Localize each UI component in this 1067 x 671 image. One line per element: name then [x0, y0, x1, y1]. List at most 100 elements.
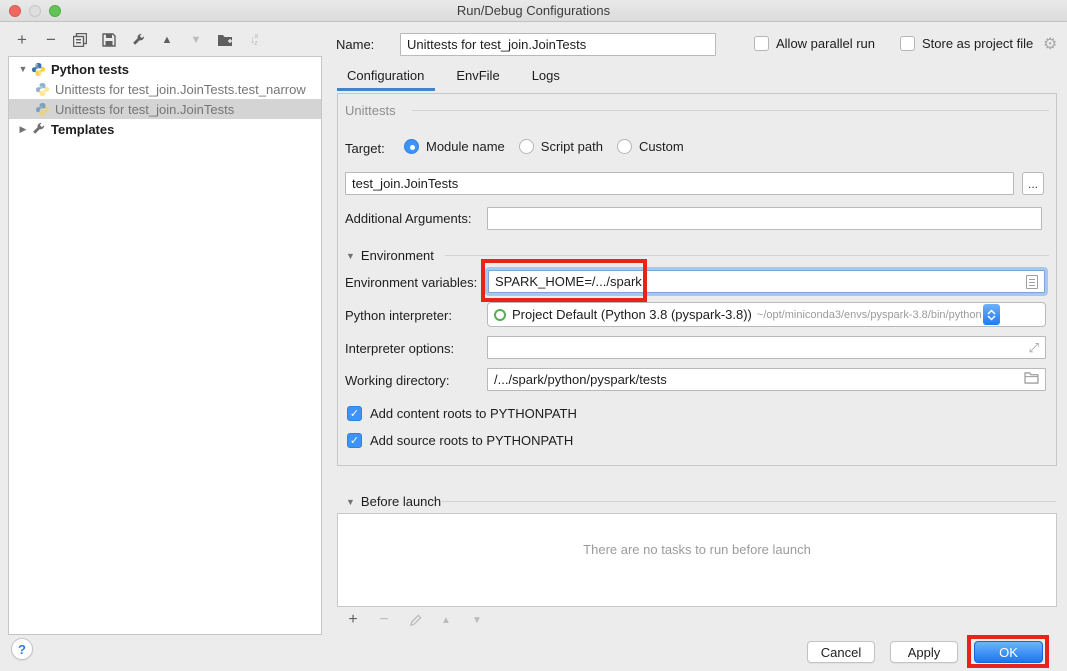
folder-icon[interactable] — [1024, 372, 1039, 387]
run-debug-configurations-dialog: Run/Debug Configurations + − ▲ ▼ ↓az ▼ P — [0, 0, 1067, 671]
before-launch-section-title: Before launch — [361, 494, 441, 509]
copy-configuration-icon[interactable] — [72, 32, 88, 48]
add-content-roots-option[interactable]: ✓ Add content roots to PYTHONPATH — [347, 406, 577, 421]
python-interpreter-value: Project Default (Python 3.8 (pyspark-3.8… — [512, 307, 752, 322]
script-path-radio[interactable] — [519, 139, 534, 154]
chevron-down-icon[interactable]: ▼ — [17, 64, 29, 74]
tree-item-label: Unittests for test_join.JoinTests.test_n… — [55, 82, 306, 97]
tab-configuration[interactable]: Configuration — [347, 68, 424, 89]
edit-templates-wrench-icon[interactable] — [130, 32, 146, 48]
module-name-input[interactable] — [352, 173, 1007, 194]
traffic-lights — [9, 5, 61, 17]
environment-section-title: Environment — [361, 248, 434, 263]
help-button[interactable]: ? — [11, 638, 33, 660]
add-source-roots-checkbox[interactable]: ✓ — [347, 433, 362, 448]
before-launch-task-list[interactable] — [337, 513, 1057, 607]
add-configuration-icon[interactable]: + — [14, 32, 30, 48]
name-label: Name: — [336, 37, 374, 52]
allow-parallel-run-checkbox[interactable] — [754, 36, 769, 51]
working-directory-label: Working directory: — [345, 373, 450, 388]
new-folder-icon[interactable] — [217, 32, 233, 48]
allow-parallel-run-label: Allow parallel run — [776, 36, 875, 51]
additional-arguments-input[interactable] — [494, 208, 1035, 229]
target-option-custom[interactable]: Custom — [617, 139, 684, 154]
custom-radio[interactable] — [617, 139, 632, 154]
python-interpreter-path: ~/opt/miniconda3/envs/pyspark-3.8/bin/py… — [757, 309, 982, 321]
edit-task-pencil-icon — [407, 612, 423, 628]
zoom-button[interactable] — [49, 5, 61, 17]
tree-item-unittest-jointests-selected[interactable]: Unittests for test_join.JoinTests — [9, 99, 321, 119]
python-sdk-icon — [494, 309, 506, 321]
tree-item-label: Templates — [51, 122, 114, 137]
sort-configurations-icon: ↓az — [246, 32, 262, 48]
working-directory-input[interactable] — [494, 369, 1024, 390]
environment-variables-input[interactable] — [495, 271, 1026, 292]
tab-logs[interactable]: Logs — [532, 68, 560, 89]
browse-module-button[interactable]: ... — [1022, 172, 1044, 195]
additional-arguments-label: Additional Arguments: — [345, 211, 471, 226]
target-option-module-name[interactable]: Module name — [404, 139, 505, 154]
group-divider — [442, 501, 1056, 502]
target-option-script-path[interactable]: Script path — [519, 139, 603, 154]
remove-configuration-icon[interactable]: − — [43, 32, 59, 48]
tree-item-label: Python tests — [51, 62, 129, 77]
move-task-up-icon: ▲ — [438, 612, 454, 628]
apply-button[interactable]: Apply — [890, 641, 958, 663]
tree-item-unittest-narrow[interactable]: Unittests for test_join.JoinTests.test_n… — [9, 79, 321, 99]
close-button[interactable] — [9, 5, 21, 17]
environment-variables-label: Environment variables: — [345, 275, 477, 290]
python-interpreter-select[interactable]: Project Default (Python 3.8 (pyspark-3.8… — [487, 302, 1046, 327]
move-up-icon[interactable]: ▲ — [159, 32, 175, 48]
environment-section-header[interactable]: ▼ Environment — [346, 248, 434, 263]
add-source-roots-option[interactable]: ✓ Add source roots to PYTHONPATH — [347, 433, 573, 448]
before-launch-empty-text: There are no tasks to run before launch — [337, 542, 1057, 557]
python-logo-icon — [31, 62, 46, 77]
configurations-tree: ▼ Python tests Unittests for test_join.J… — [8, 56, 322, 635]
cancel-button[interactable]: Cancel — [807, 641, 875, 663]
store-as-project-file-checkbox[interactable] — [900, 36, 915, 51]
config-tabs: Configuration EnvFile Logs — [347, 68, 560, 89]
title-bar[interactable]: Run/Debug Configurations — [0, 0, 1067, 22]
tree-item-templates[interactable]: ▶ Templates — [9, 119, 321, 139]
ok-button[interactable]: OK — [974, 641, 1043, 663]
python-logo-icon — [35, 102, 50, 117]
add-task-icon[interactable]: + — [345, 612, 361, 628]
chevron-down-icon[interactable]: ▼ — [346, 497, 355, 507]
unittests-group-label: Unittests — [345, 103, 396, 118]
python-logo-icon — [35, 82, 50, 97]
minimize-button — [29, 5, 41, 17]
move-down-icon: ▼ — [188, 32, 204, 48]
active-tab-indicator — [337, 88, 435, 91]
dropdown-stepper-icon[interactable] — [983, 304, 1000, 325]
chevron-right-icon[interactable]: ▶ — [17, 124, 29, 135]
group-divider — [412, 110, 1049, 111]
window-title: Run/Debug Configurations — [457, 3, 610, 18]
custom-label: Custom — [639, 139, 684, 154]
configurations-toolbar: + − ▲ ▼ ↓az — [14, 32, 262, 48]
module-name-radio[interactable] — [404, 139, 419, 154]
before-launch-section-header[interactable]: ▼ Before launch — [346, 494, 441, 509]
tree-item-label: Unittests for test_join.JoinTests — [55, 102, 234, 117]
store-as-project-file-label: Store as project file — [922, 36, 1033, 51]
gear-icon[interactable]: ⚙ — [1043, 34, 1057, 54]
before-launch-toolbar: + − ▲ ▼ — [345, 612, 485, 628]
script-path-label: Script path — [541, 139, 603, 154]
tree-item-python-tests[interactable]: ▼ Python tests — [9, 59, 321, 79]
move-task-down-icon: ▼ — [469, 612, 485, 628]
name-input[interactable] — [400, 33, 716, 56]
remove-task-icon: − — [376, 612, 392, 628]
allow-parallel-run-option[interactable]: Allow parallel run — [754, 36, 875, 51]
interpreter-options-input[interactable] — [494, 337, 1029, 358]
edit-variables-icon[interactable] — [1026, 275, 1038, 289]
add-source-roots-label: Add source roots to PYTHONPATH — [370, 433, 573, 448]
target-radio-group: Module name Script path Custom — [404, 139, 684, 154]
save-configuration-icon[interactable] — [101, 32, 117, 48]
wrench-icon — [31, 122, 46, 137]
tab-envfile[interactable]: EnvFile — [456, 68, 499, 89]
add-content-roots-checkbox[interactable]: ✓ — [347, 406, 362, 421]
module-name-label: Module name — [426, 139, 505, 154]
group-divider — [445, 255, 1049, 256]
chevron-down-icon[interactable]: ▼ — [346, 251, 355, 261]
store-as-project-file-option[interactable]: Store as project file — [900, 36, 1033, 51]
expand-field-icon[interactable]: ⤢ — [1029, 340, 1039, 356]
